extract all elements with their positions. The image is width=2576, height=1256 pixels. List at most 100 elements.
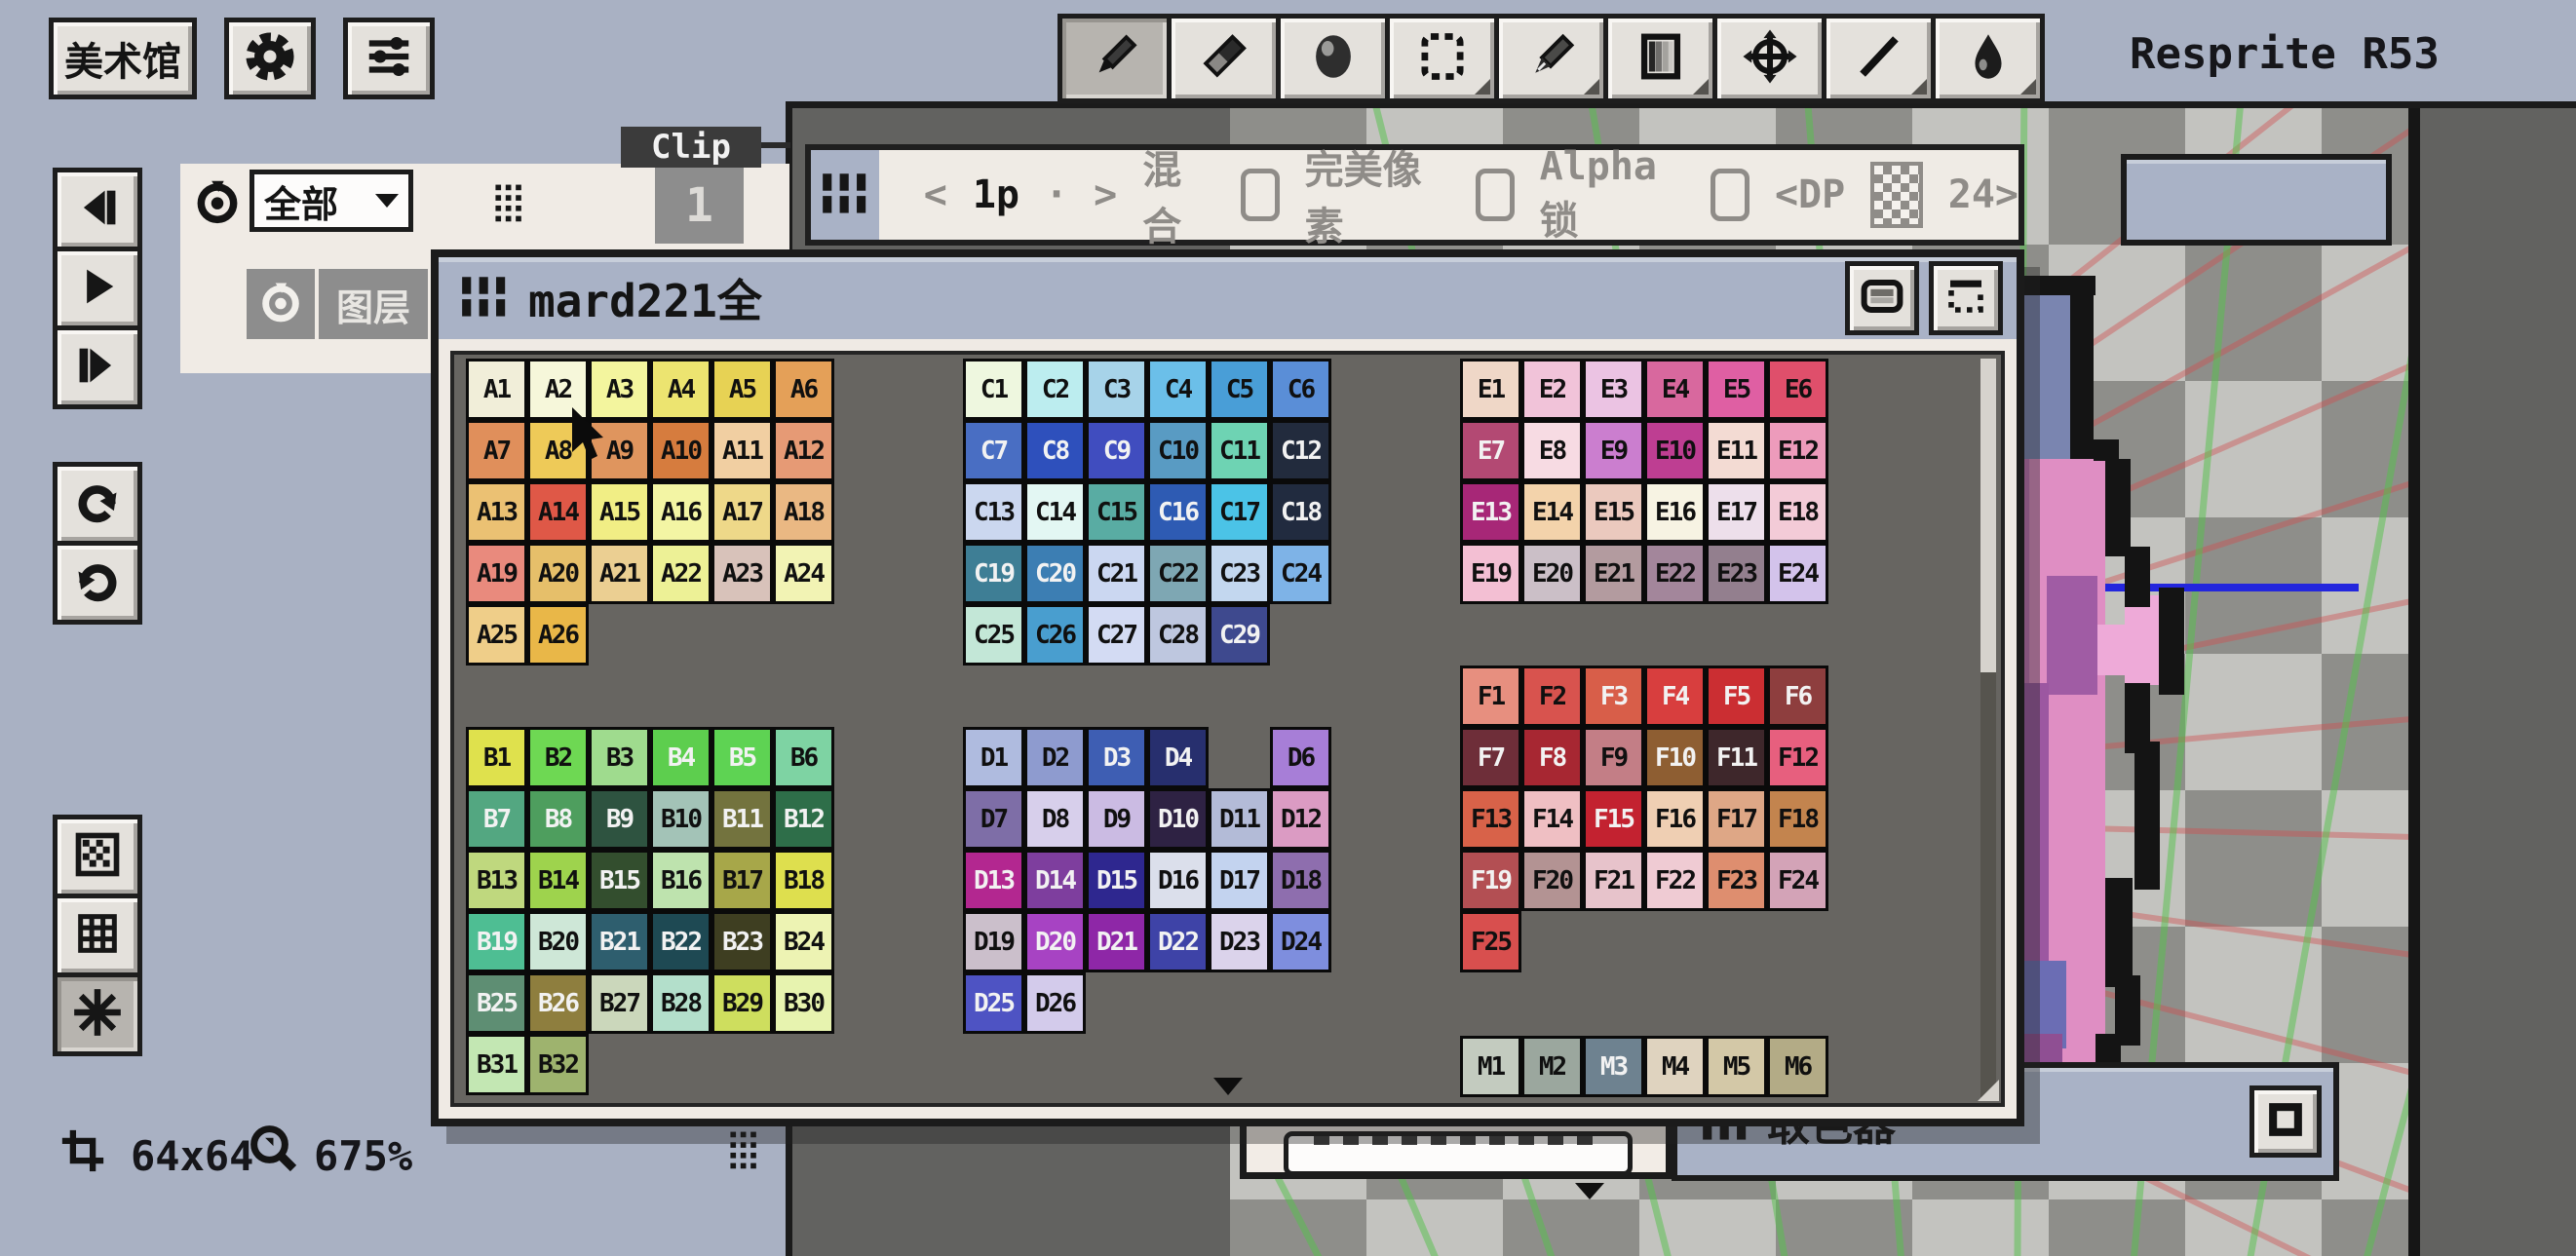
swatch-D18[interactable]: D18: [1270, 850, 1331, 911]
swatch-B21[interactable]: B21: [589, 911, 650, 972]
swatch-E20[interactable]: E20: [1521, 543, 1583, 604]
palette-view-button[interactable]: [1845, 261, 1919, 335]
swatch-C23[interactable]: C23: [1209, 543, 1270, 604]
swatch-C7[interactable]: C7: [963, 420, 1024, 481]
tool-pencil-button[interactable]: [1057, 14, 1172, 103]
swatch-E4[interactable]: E4: [1644, 359, 1706, 420]
swatch-F5[interactable]: F5: [1706, 666, 1767, 727]
dp-left-label[interactable]: <DP: [1775, 172, 1845, 217]
swatch-E21[interactable]: E21: [1583, 543, 1644, 604]
swatch-B15[interactable]: B15: [589, 850, 650, 911]
swatch-F23[interactable]: F23: [1706, 850, 1767, 911]
swatch-F10[interactable]: F10: [1644, 727, 1706, 788]
swatch-A17[interactable]: A17: [711, 481, 773, 543]
visibility-toggle-all[interactable]: [193, 177, 242, 230]
swatch-A10[interactable]: A10: [650, 420, 711, 481]
swatch-B7[interactable]: B7: [466, 788, 527, 850]
swatch-M3[interactable]: M3: [1583, 1036, 1644, 1097]
swatch-A11[interactable]: A11: [711, 420, 773, 481]
swatch-A21[interactable]: A21: [589, 543, 650, 604]
swatch-B13[interactable]: B13: [466, 850, 527, 911]
swatch-F1[interactable]: F1: [1460, 666, 1521, 727]
layer-row[interactable]: 图层: [319, 269, 428, 339]
swatch-D13[interactable]: D13: [963, 850, 1024, 911]
swatch-F21[interactable]: F21: [1583, 850, 1644, 911]
swatch-D23[interactable]: D23: [1209, 911, 1270, 972]
next-frame-button[interactable]: [53, 325, 142, 409]
swatch-B11[interactable]: B11: [711, 788, 773, 850]
swatch-A4[interactable]: A4: [650, 359, 711, 420]
swatch-C6[interactable]: C6: [1270, 359, 1331, 420]
swatch-C11[interactable]: C11: [1209, 420, 1270, 481]
tool-ball-button[interactable]: [1276, 14, 1390, 103]
swatch-M1[interactable]: M1: [1460, 1036, 1521, 1097]
swatch-F8[interactable]: F8: [1521, 727, 1583, 788]
swatch-E10[interactable]: E10: [1644, 420, 1706, 481]
swatch-C20[interactable]: C20: [1024, 543, 1086, 604]
settings-button[interactable]: [224, 18, 316, 99]
swatch-D4[interactable]: D4: [1147, 727, 1209, 788]
swatch-A25[interactable]: A25: [466, 604, 527, 666]
swatch-B24[interactable]: B24: [773, 911, 834, 972]
tool-line-button[interactable]: [1822, 14, 1936, 103]
swatch-F25[interactable]: F25: [1460, 911, 1521, 972]
swatch-D10[interactable]: D10: [1147, 788, 1209, 850]
swatch-F6[interactable]: F6: [1767, 666, 1828, 727]
swatch-D1[interactable]: D1: [963, 727, 1024, 788]
swatch-F9[interactable]: F9: [1583, 727, 1644, 788]
swatch-D15[interactable]: D15: [1086, 850, 1147, 911]
swatch-B4[interactable]: B4: [650, 727, 711, 788]
swatch-D17[interactable]: D17: [1209, 850, 1270, 911]
swatch-C13[interactable]: C13: [963, 481, 1024, 543]
swatch-F19[interactable]: F19: [1460, 850, 1521, 911]
swatch-C9[interactable]: C9: [1086, 420, 1147, 481]
swatch-D22[interactable]: D22: [1147, 911, 1209, 972]
swatch-B25[interactable]: B25: [466, 972, 527, 1034]
text-input[interactable]: [1284, 1131, 1633, 1176]
dither-button[interactable]: [53, 815, 142, 898]
swatch-C15[interactable]: C15: [1086, 481, 1147, 543]
swatch-B14[interactable]: B14: [527, 850, 589, 911]
swatch-B20[interactable]: B20: [527, 911, 589, 972]
swatch-C5[interactable]: C5: [1209, 359, 1270, 420]
swatch-B28[interactable]: B28: [650, 972, 711, 1034]
swatch-C16[interactable]: C16: [1147, 481, 1209, 543]
swatch-A15[interactable]: A15: [589, 481, 650, 543]
swatch-B19[interactable]: B19: [466, 911, 527, 972]
swatch-B17[interactable]: B17: [711, 850, 773, 911]
play-button[interactable]: [53, 247, 142, 330]
swatch-F12[interactable]: F12: [1767, 727, 1828, 788]
frame-next-arrow[interactable]: >: [1094, 172, 1117, 217]
swatch-F3[interactable]: F3: [1583, 666, 1644, 727]
swatch-E15[interactable]: E15: [1583, 481, 1644, 543]
swatch-B29[interactable]: B29: [711, 972, 773, 1034]
swatch-B31[interactable]: B31: [466, 1034, 527, 1095]
swatch-E14[interactable]: E14: [1521, 481, 1583, 543]
palette-scrollbar-thumb[interactable]: [1980, 359, 1996, 672]
grid-button[interactable]: [53, 894, 142, 977]
swatch-D24[interactable]: D24: [1270, 911, 1331, 972]
scroll-more-arrow-icon[interactable]: [1213, 1078, 1243, 1095]
swatch-B27[interactable]: B27: [589, 972, 650, 1034]
swatch-D8[interactable]: D8: [1024, 788, 1086, 850]
swatch-C29[interactable]: C29: [1209, 604, 1270, 666]
swatch-D3[interactable]: D3: [1086, 727, 1147, 788]
tool-gradient-button[interactable]: [1603, 14, 1717, 103]
tool-eraser-button[interactable]: [1167, 14, 1281, 103]
swatch-B3[interactable]: B3: [589, 727, 650, 788]
swatch-D6[interactable]: D6: [1270, 727, 1331, 788]
swatch-C27[interactable]: C27: [1086, 604, 1147, 666]
swatch-A1[interactable]: A1: [466, 359, 527, 420]
swatch-E17[interactable]: E17: [1706, 481, 1767, 543]
checkbox-完美像素[interactable]: [1476, 169, 1515, 221]
layer-filter-dropdown[interactable]: 全部: [250, 170, 413, 232]
swatch-C18[interactable]: C18: [1270, 481, 1331, 543]
swatch-B9[interactable]: B9: [589, 788, 650, 850]
swatch-C26[interactable]: C26: [1024, 604, 1086, 666]
swatch-F11[interactable]: F11: [1706, 727, 1767, 788]
swatch-C25[interactable]: C25: [963, 604, 1024, 666]
swatch-D11[interactable]: D11: [1209, 788, 1270, 850]
layer-visibility-toggle[interactable]: [247, 269, 315, 339]
swatch-M4[interactable]: M4: [1644, 1036, 1706, 1097]
swatch-C19[interactable]: C19: [963, 543, 1024, 604]
